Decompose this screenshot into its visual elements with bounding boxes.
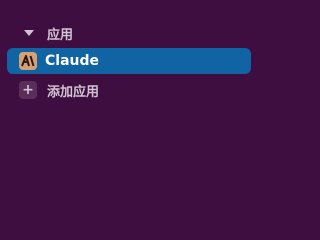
caret-down-icon[interactable] [24, 30, 34, 36]
apps-section-title: 应用 [47, 27, 74, 43]
apps-sidebar: 应用 Claude + 添加应用 [0, 0, 260, 240]
sidebar-item-claude[interactable]: Claude [7, 48, 251, 74]
plus-icon: + [19, 81, 37, 99]
claude-app-icon [19, 52, 37, 70]
add-app-label: 添加应用 [47, 84, 100, 100]
app-name: Claude [45, 53, 100, 69]
apps-section-header[interactable]: 应用 [18, 22, 73, 44]
add-app-button[interactable]: + 添加应用 [19, 79, 99, 101]
